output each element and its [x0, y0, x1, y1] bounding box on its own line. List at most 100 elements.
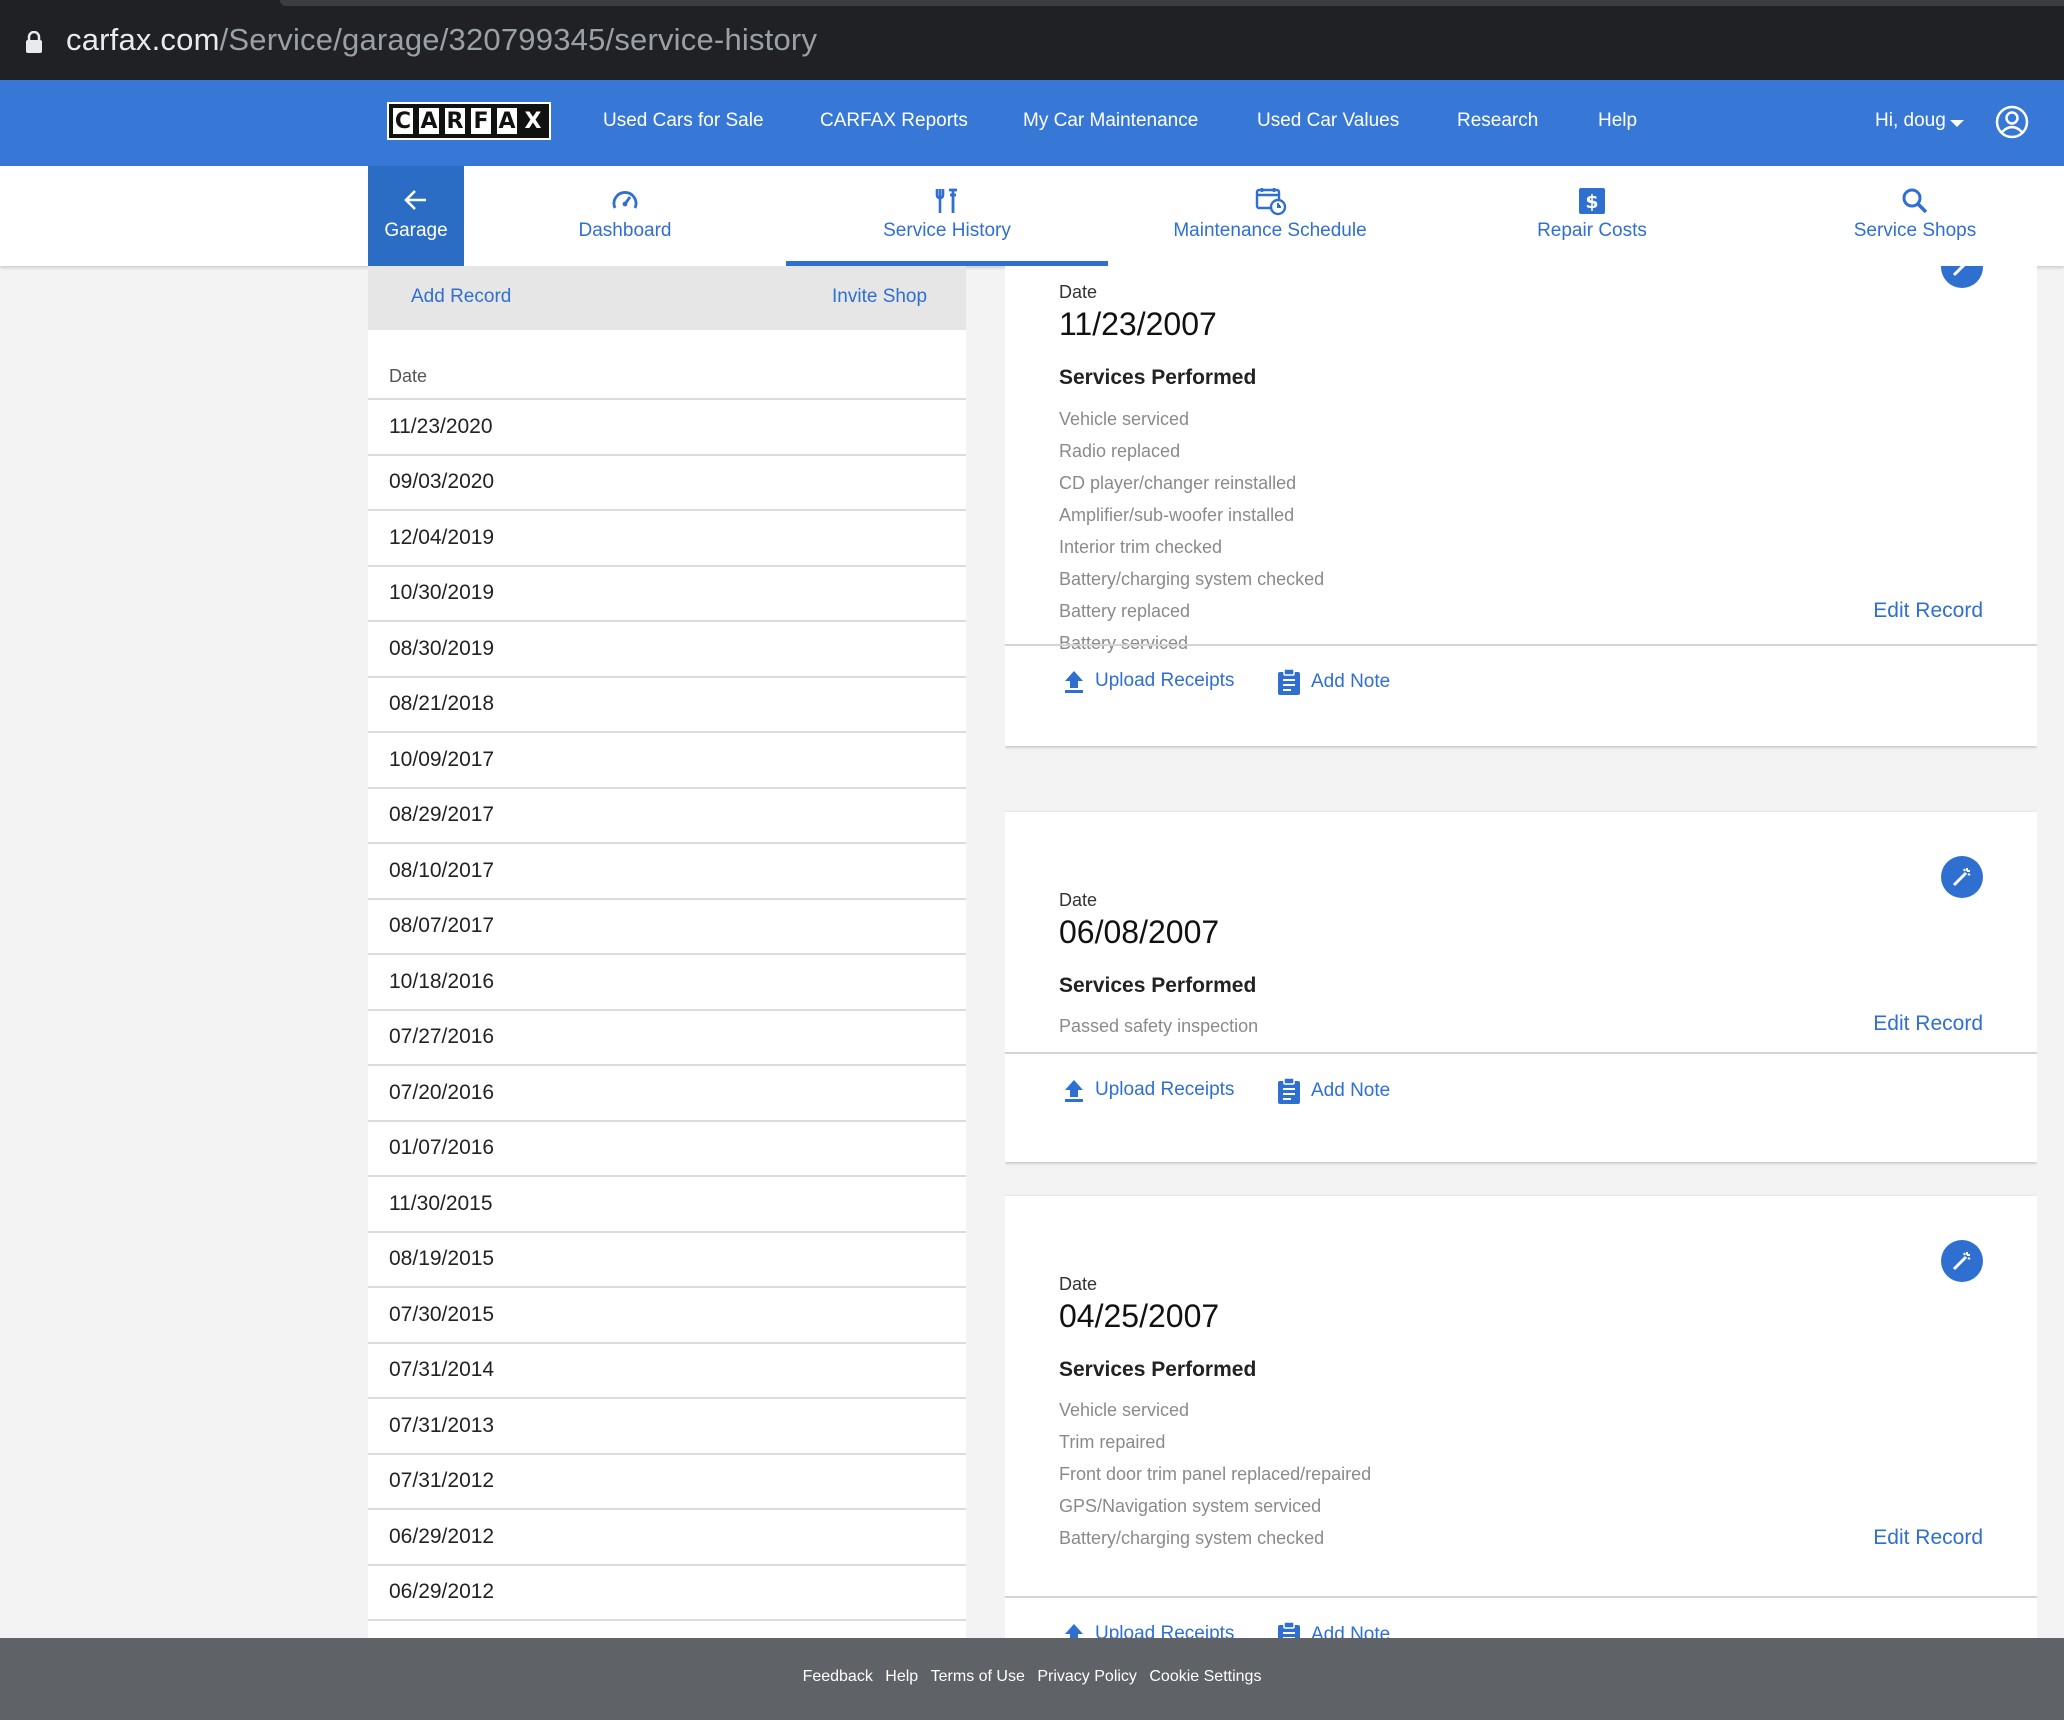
edit-record-button[interactable] — [1941, 856, 1983, 898]
date-list-item[interactable]: 03/27/2012 — [368, 1619, 966, 1638]
service-records-area: Date 11/23/2007 Services Performed Vehic… — [1005, 266, 2037, 1638]
footer-link-privacy-policy[interactable]: Privacy Policy — [1037, 1668, 1137, 1685]
upload-receipts-label: Upload Receipts — [1095, 1623, 1235, 1638]
footer-link-feedback[interactable]: Feedback — [803, 1668, 873, 1685]
date-list-item[interactable]: 08/07/2017 — [368, 897, 966, 954]
service-item: Vehicle serviced — [1059, 1400, 1190, 1420]
date-list-item[interactable]: 10/30/2019 — [368, 564, 966, 621]
carfax-logo[interactable]: C A R F A X — [387, 102, 551, 140]
tab-maintenance-schedule[interactable]: Maintenance Schedule — [1160, 166, 1380, 266]
browser-url-bar: carfax.com/Service/garage/320799345/serv… — [0, 0, 2064, 80]
date-list-item[interactable]: 11/23/2020 — [368, 398, 966, 454]
url-path: /Service/garage/320799345/service-histor… — [219, 22, 818, 57]
date-list-item[interactable]: 08/29/2017 — [368, 786, 966, 843]
date-list-item[interactable]: 07/31/2014 — [368, 1341, 966, 1398]
date-list-item[interactable]: 07/31/2012 — [368, 1452, 966, 1509]
add-note-label: Add Note — [1311, 1080, 1391, 1101]
search-icon — [1902, 188, 1928, 214]
edit-record-button[interactable] — [1941, 266, 1983, 288]
add-note-label: Add Note — [1311, 1624, 1391, 1638]
service-item: Passed safety inspection — [1059, 1016, 1259, 1036]
address-bar[interactable]: carfax.com/Service/garage/320799345/serv… — [66, 22, 817, 58]
nav-my-car-maintenance[interactable]: My Car Maintenance — [1023, 110, 1198, 132]
footer-link-help[interactable]: Help — [885, 1668, 918, 1685]
date-list-item[interactable]: 06/29/2012 — [368, 1508, 966, 1564]
upload-receipts-button[interactable]: Upload Receipts — [1063, 1622, 1234, 1638]
service-item: Battery serviced — [1059, 633, 1189, 653]
upload-icon — [1065, 1624, 1083, 1638]
nav-carfax-reports[interactable]: CARFAX Reports — [820, 110, 968, 132]
nav-used-car-values[interactable]: Used Car Values — [1257, 110, 1399, 132]
upload-receipts-label: Upload Receipts — [1095, 670, 1235, 691]
upload-receipts-button[interactable]: Upload Receipts — [1063, 1078, 1234, 1102]
nav-help[interactable]: Help — [1598, 110, 1637, 132]
edit-record-link[interactable]: Edit Record — [1873, 1012, 1983, 1036]
add-note-button[interactable]: Add Note — [1277, 1078, 1390, 1104]
upload-receipts-button[interactable]: Upload Receipts — [1063, 669, 1234, 693]
add-note-button[interactable]: Add Note — [1277, 1622, 1390, 1638]
vehicle-subnav: Garage Dashboard Service History Mainten… — [0, 166, 2064, 266]
add-note-button[interactable]: Add Note — [1277, 669, 1390, 695]
tab-dashboard[interactable]: Dashboard — [540, 166, 710, 266]
service-item: Vehicle serviced — [1059, 409, 1190, 429]
add-record-link[interactable]: Add Record — [411, 286, 511, 308]
logo-letter: F — [469, 106, 493, 136]
services-performed-header: Services Performed — [1059, 974, 1257, 997]
service-item: Amplifier/sub-woofer installed — [1059, 505, 1295, 525]
record-date-label: Date — [1059, 1274, 1098, 1294]
footer-link-terms-of-use[interactable]: Terms of Use — [931, 1668, 1025, 1685]
clipboard-icon — [1278, 1078, 1300, 1104]
date-list-item[interactable]: 07/27/2016 — [368, 1008, 966, 1065]
edit-record-link[interactable]: Edit Record — [1873, 599, 1983, 623]
date-list-item[interactable]: 10/18/2016 — [368, 953, 966, 1009]
date-list-item[interactable]: 07/30/2015 — [368, 1286, 966, 1342]
tab-repair-costs[interactable]: $ Repair Costs — [1510, 166, 1674, 266]
date-list-item[interactable]: 11/30/2015 — [368, 1175, 966, 1231]
logo-letter: A — [495, 106, 519, 136]
date-list-item[interactable]: 08/30/2019 — [368, 620, 966, 676]
nav-used-cars-for-sale[interactable]: Used Cars for Sale — [603, 110, 764, 132]
tab-service-shops[interactable]: Service Shops — [1840, 166, 1990, 266]
edit-record-link[interactable]: Edit Record — [1873, 1526, 1983, 1550]
account-icon[interactable] — [1995, 105, 2029, 139]
upload-receipts-label: Upload Receipts — [1095, 1079, 1235, 1100]
card-divider — [1005, 1596, 2037, 1598]
lock-icon — [26, 31, 42, 53]
tab-service-history-label: Service History — [883, 220, 1011, 241]
logo-letter: C — [391, 106, 415, 136]
service-item: Battery/charging system checked — [1059, 569, 1325, 589]
date-list-item[interactable]: 09/03/2020 — [368, 453, 966, 510]
service-item: Battery/charging system checked — [1059, 1528, 1325, 1548]
service-item: Interior trim checked — [1059, 537, 1223, 557]
garage-label: Garage — [384, 220, 448, 241]
date-list-item[interactable]: 10/09/2017 — [368, 731, 966, 787]
garage-back-button[interactable]: Garage — [368, 166, 464, 266]
tab-service-history[interactable]: Service History — [786, 166, 1108, 266]
chevron-down-icon[interactable] — [1950, 120, 1964, 127]
nav-research[interactable]: Research — [1457, 110, 1538, 132]
card-divider — [1005, 644, 2037, 646]
logo-letter: R — [443, 106, 467, 136]
date-list-item[interactable]: 06/29/2012 — [368, 1563, 966, 1620]
card-divider — [1005, 1052, 2037, 1054]
magic-wand-icon — [1952, 868, 1971, 887]
upload-icon — [1065, 1080, 1083, 1102]
date-column-header: Date — [389, 366, 428, 386]
user-menu[interactable]: Hi, doug — [1875, 110, 1946, 132]
services-list: Vehicle serviced Trim repaired Front doo… — [1059, 1394, 1371, 1554]
magic-wand-icon — [1952, 1252, 1971, 1271]
edit-record-button[interactable] — [1941, 1240, 1983, 1282]
service-date-list-panel: Add Record Invite Shop Date 11/23/2020 09… — [368, 266, 966, 1638]
service-record-card: Date 06/08/2007 Services Performed Passe… — [1005, 812, 2037, 1162]
date-list-item[interactable]: 01/07/2016 — [368, 1119, 966, 1176]
footer-link-cookie-settings[interactable]: Cookie Settings — [1149, 1668, 1261, 1685]
date-list-item[interactable]: 12/04/2019 — [368, 509, 966, 565]
date-list-item[interactable]: 08/19/2015 — [368, 1230, 966, 1287]
page-footer: Feedback Help Terms of Use Privacy Polic… — [0, 1638, 2064, 1720]
date-list-item[interactable]: 07/20/2016 — [368, 1064, 966, 1120]
services-list: Vehicle serviced Radio replaced CD playe… — [1059, 403, 1324, 659]
invite-shop-link[interactable]: Invite Shop — [832, 286, 927, 308]
date-list-item[interactable]: 08/21/2018 — [368, 675, 966, 732]
date-list-item[interactable]: 08/10/2017 — [368, 842, 966, 898]
date-list-item[interactable]: 07/31/2013 — [368, 1397, 966, 1453]
